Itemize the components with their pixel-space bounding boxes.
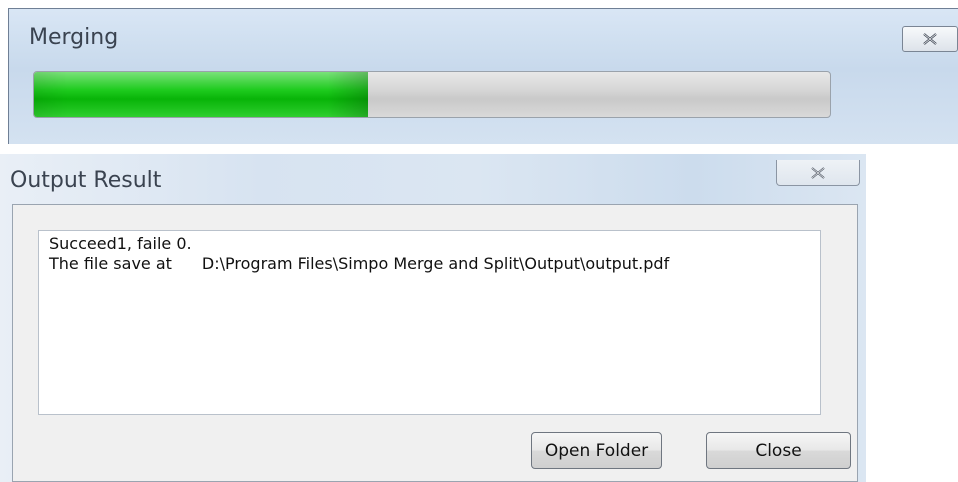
result-path-line: The file save at D:\Program Files\Simpo M… — [49, 254, 810, 274]
close-icon — [811, 166, 825, 179]
output-result-title: Output Result — [10, 168, 162, 193]
output-result-close-button[interactable] — [776, 160, 860, 186]
close-icon — [923, 33, 937, 45]
merging-close-button[interactable] — [902, 26, 958, 52]
save-path: D:\Program Files\Simpo Merge and Split\O… — [201, 254, 670, 273]
output-result-window: Output Result Succeed1, faile 0. The fil… — [0, 154, 866, 482]
result-text-area[interactable]: Succeed1, faile 0. The file save at D:\Pr… — [38, 230, 821, 415]
result-status-text: Succeed1, faile 0. — [49, 234, 192, 253]
result-status-line: Succeed1, faile 0. — [49, 234, 810, 254]
close-button[interactable]: Close — [706, 432, 851, 469]
merge-progress-bar — [33, 71, 831, 118]
open-folder-button[interactable]: Open Folder — [531, 432, 662, 469]
merge-progress-fill — [34, 72, 369, 117]
output-result-body: Succeed1, faile 0. The file save at D:\Pr… — [12, 204, 858, 482]
save-label: The file save at — [49, 254, 172, 273]
merging-title: Merging — [29, 25, 119, 50]
merging-window: Merging — [8, 8, 958, 144]
